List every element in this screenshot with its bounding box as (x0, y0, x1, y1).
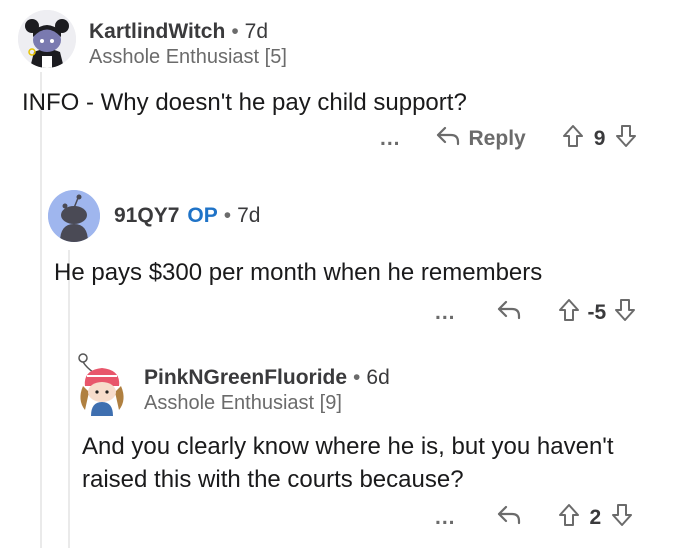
more-options-icon[interactable]: ... (380, 127, 401, 151)
vote-score: 2 (589, 506, 602, 529)
comment-author-line: PinkNGreenFluoride • 6d (144, 366, 390, 390)
comment-author-line: KartlindWitch • 7d (89, 20, 268, 44)
thread-line-level-1[interactable] (40, 72, 42, 548)
comment-age[interactable]: 7d (245, 20, 268, 43)
separator-dot: • (353, 366, 361, 389)
reply-button[interactable] (496, 299, 522, 327)
comment-body: And you clearly know where he is, but yo… (82, 430, 614, 496)
reply-arrow-icon (435, 125, 461, 153)
op-badge: OP (187, 204, 218, 227)
comment-body: He pays $300 per month when he remembers (54, 259, 543, 286)
more-options-icon[interactable]: ... (435, 301, 456, 325)
comment-actions: ... 2 (435, 503, 633, 533)
thread-line-level-2[interactable] (68, 250, 70, 548)
user-flair: Asshole Enthusiast [9] (144, 392, 342, 414)
reply-arrow-icon (496, 300, 522, 326)
reply-button[interactable]: Reply (435, 125, 526, 153)
comment-body: INFO - Why doesn't he pay child support? (22, 89, 467, 116)
comment-actions: ... Reply 9 (380, 124, 637, 154)
separator-dot: • (223, 204, 232, 227)
comment-body-line: raised this with the courts because? (82, 466, 464, 493)
upvote-arrow-icon[interactable] (562, 124, 584, 154)
comment-actions: ... -5 (435, 298, 636, 328)
comment-author-line: 91QY7 OP • 7d (114, 204, 260, 228)
downvote-arrow-icon[interactable] (614, 298, 636, 328)
avatar[interactable] (48, 190, 100, 242)
separator-dot: • (231, 20, 239, 43)
reply-button[interactable] (496, 504, 522, 532)
username[interactable]: KartlindWitch (89, 20, 225, 43)
downvote-arrow-icon[interactable] (615, 124, 637, 154)
reply-arrow-icon (496, 505, 522, 531)
more-options-icon[interactable]: ... (435, 506, 456, 530)
vote-score: -5 (587, 301, 607, 324)
upvote-arrow-icon[interactable] (558, 298, 580, 328)
comment-age[interactable]: 6d (366, 366, 389, 389)
username[interactable]: PinkNGreenFluoride (144, 366, 347, 389)
reply-label: Reply (468, 127, 526, 150)
user-flair: Asshole Enthusiast [5] (89, 46, 287, 68)
vote-score: 9 (593, 127, 606, 150)
comment-age[interactable]: 7d (237, 204, 260, 227)
upvote-arrow-icon[interactable] (558, 503, 580, 533)
comment-body-line: And you clearly know where he is, but yo… (82, 433, 614, 460)
downvote-arrow-icon[interactable] (611, 503, 633, 533)
avatar[interactable] (18, 10, 76, 68)
username[interactable]: 91QY7 (114, 204, 179, 227)
avatar[interactable] (73, 352, 131, 416)
